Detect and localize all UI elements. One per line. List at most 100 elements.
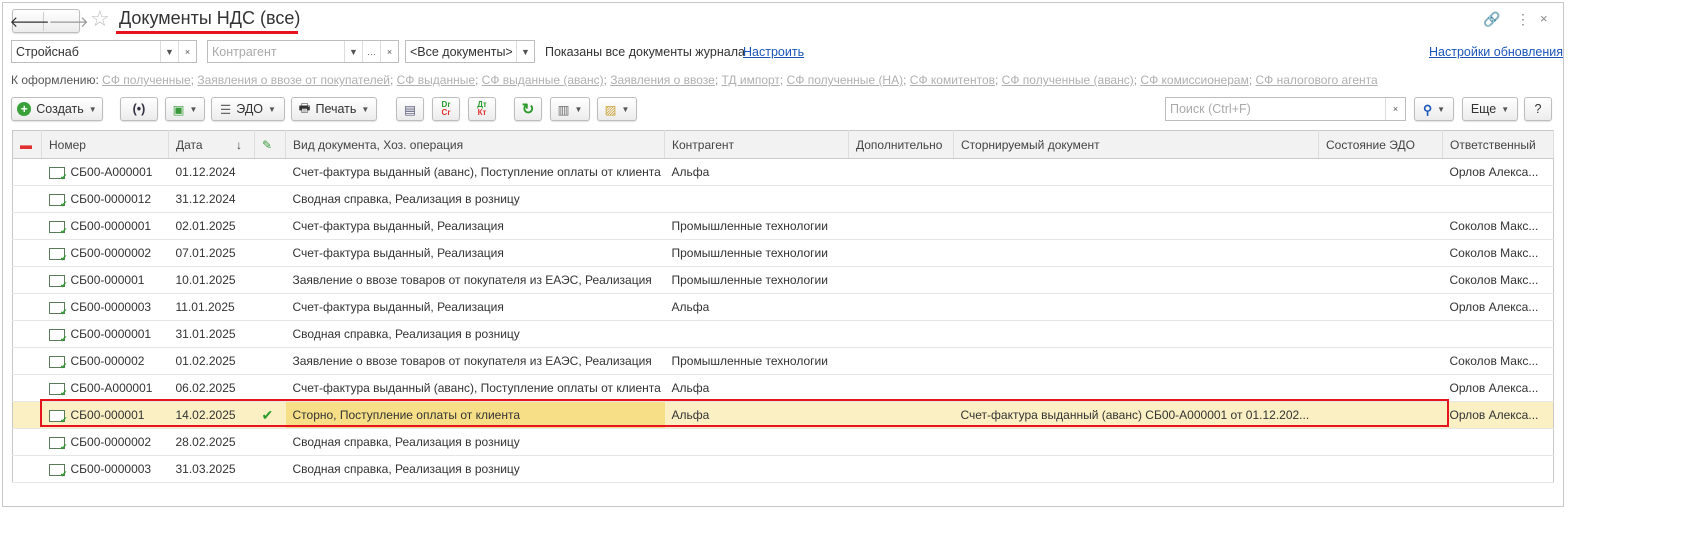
table-row[interactable]: СБ00-0000003 31.03.2025 Сводная справка, Р… [12,455,1554,483]
to-process-link[interactable]: ТД импорт [721,73,779,87]
cell-text: 31.01.2025 [175,327,236,341]
cell-text: СБ00-А000001 [70,165,153,179]
cell-text: Сводная справка, Реализация в розницу [292,327,520,341]
to-process-link[interactable]: СФ комиссионерам [1140,73,1248,87]
table-row[interactable]: СБ00-000002 01.02.2025 Заявление о ввозе т… [12,347,1554,375]
table-cell: Счет-фактура выданный (аванс), Поступлен… [285,158,665,186]
cell-text: Орлов Алекса... [1449,381,1539,395]
back-icon[interactable]: 🡐 [10,11,50,31]
to-process-link[interactable]: СФ полученные (аванс) [1002,73,1134,87]
more-menu-icon[interactable]: ⋮ [1516,11,1530,28]
exchange-button[interactable]: (•) [120,97,158,121]
table-cell [953,266,1319,294]
column-header[interactable]: Сторнируемый документ [953,130,1319,159]
table-cell: Орлов Алекса... [1442,293,1554,321]
register-button[interactable]: ▤ [396,97,424,121]
dropdown-icon[interactable]: ▼ [160,41,178,62]
row-marker [12,320,42,348]
to-process-link[interactable]: СФ налогового агента [1256,73,1378,87]
table-row[interactable]: СБ00-0000001 31.01.2025 Сводная справка, Р… [12,320,1554,348]
related-docs-button[interactable]: ▣ ▼ [165,97,205,121]
table-row[interactable]: СБ00-0000002 07.01.2025 Счет-фактура выдан… [12,239,1554,267]
update-settings-link[interactable]: Настройки обновления [1429,45,1563,59]
clear-icon[interactable]: × [380,41,398,62]
edited-column-header[interactable]: ✎ [254,130,286,159]
report-button[interactable]: ▥ ▼ [550,97,590,121]
to-process-link[interactable]: СФ выданные [397,73,475,87]
kt-label: Кт [477,108,487,117]
document-posted-icon [48,166,67,183]
to-process-link[interactable]: СФ выданные (аванс) [482,73,604,87]
table-row[interactable]: СБ00-0000003 11.01.2025 Счет-фактура выдан… [12,293,1554,321]
print-button[interactable]: 🖶 Печать ▼ [291,97,377,121]
table-row[interactable]: СБ00-0000001 02.01.2025 Счет-фактура выдан… [12,212,1554,240]
table-cell: Орлов Алекса... [1442,374,1554,402]
column-header[interactable]: Вид документа, Хоз. операция [285,130,665,159]
row-marker [12,455,42,483]
edo-button[interactable]: ☰ ЭДО ▼ [211,97,285,121]
doc-type-select[interactable]: <Все документы> ▼ [405,40,535,63]
column-header[interactable]: Дополнительно [848,130,954,159]
column-header[interactable]: Контрагент [664,130,849,159]
settings-doc-button[interactable]: ▨ ▼ [597,97,637,121]
cell-text: Промышленные технологии [671,354,828,368]
cell-text: СБ00-0000012 [70,192,152,206]
table-cell [953,185,1319,213]
to-process-link[interactable]: Заявления о ввозе [610,73,715,87]
column-header[interactable]: Состояние ЭДО [1318,130,1443,159]
dr-cr-button[interactable]: Dr Cr [432,97,460,121]
search-input[interactable]: Поиск (Ctrl+F) × [1165,97,1406,121]
table-cell: 01.12.2024 [168,158,255,186]
select-icon[interactable]: … [362,41,380,62]
cell-text: 07.01.2025 [175,246,236,260]
more-button[interactable]: Еще ▼ [1462,97,1518,121]
table-cell: Счет-фактура выданный, Реализация [285,239,665,267]
table-row[interactable]: СБ00-000001 10.01.2025 Заявление о ввозе т… [12,266,1554,294]
counterparty-field[interactable]: Контрагент ▼… × [207,40,399,63]
table-cell [848,428,954,456]
configure-link[interactable]: Настроить [743,45,804,59]
link-icon[interactable]: 🔗 [1483,11,1500,28]
close-icon[interactable]: × [1540,11,1548,26]
cr-label: Cr [441,108,451,117]
to-process-link[interactable]: Заявления о ввозе от покупателей [197,73,390,87]
column-header[interactable]: Ответственный [1442,130,1554,159]
table-row[interactable]: СБ00-0000002 28.02.2025 Сводная справка, Р… [12,428,1554,456]
document-posted-icon [48,220,67,237]
to-process-link[interactable]: СФ полученные (НА) [787,73,904,87]
column-header[interactable]: Дата ↓ [168,130,255,159]
sort-desc-icon[interactable]: ↓ [236,138,242,152]
table-cell [848,158,954,186]
doc-type-value: <Все документы> [410,44,513,59]
table-row[interactable]: СБ00-А000001 06.02.2025 Счет-фактура выдан… [12,374,1554,402]
refresh-button[interactable]: ↻ [514,97,542,121]
row-marker [12,266,42,294]
dt-kt-button[interactable]: Дт Кт [468,97,496,121]
favorite-star-icon[interactable]: ☆ [90,6,110,32]
table-row[interactable]: СБ00-000001 14.02.2025 ✔ Сторно, Поступлени… [12,401,1554,429]
table-cell: Соколов Макс... [1442,212,1554,240]
marked-column-header[interactable]: ▬ [12,130,42,159]
cell-text: 31.12.2024 [175,192,236,206]
forward-icon[interactable]: 🡒 [49,12,89,31]
to-process-bar: К оформлению: СФ полученные; Заявления о… [11,73,1378,87]
report-icon: ▥ [557,102,570,117]
organization-value: Стройснаб [16,44,79,59]
search-button[interactable]: ⚲ ▼ [1414,97,1454,121]
table-cell: Счет-фактура выданный, Реализация [285,293,665,321]
clear-search-icon[interactable]: × [1385,98,1405,120]
dropdown-icon[interactable]: ▼ [344,41,362,62]
help-button[interactable]: ? [1524,97,1552,121]
table-row[interactable]: СБ00-0000012 31.12.2024 Сводная справка, Р… [12,185,1554,213]
column-header[interactable]: Номер [41,130,169,159]
clear-icon[interactable]: × [178,41,196,62]
table-cell [1442,320,1554,348]
dropdown-icon[interactable]: ▼ [516,41,534,62]
document-posted-icon [48,409,67,426]
to-process-link[interactable]: СФ комитентов [910,73,995,87]
table-row[interactable]: СБ00-А000001 01.12.2024 Счет-фактура выдан… [12,158,1554,186]
table-cell: 31.12.2024 [168,185,255,213]
to-process-link[interactable]: СФ полученные [102,73,191,87]
create-button[interactable]: + Создать ▼ [11,97,103,121]
organization-select[interactable]: Стройснаб ▼ × [11,40,197,63]
